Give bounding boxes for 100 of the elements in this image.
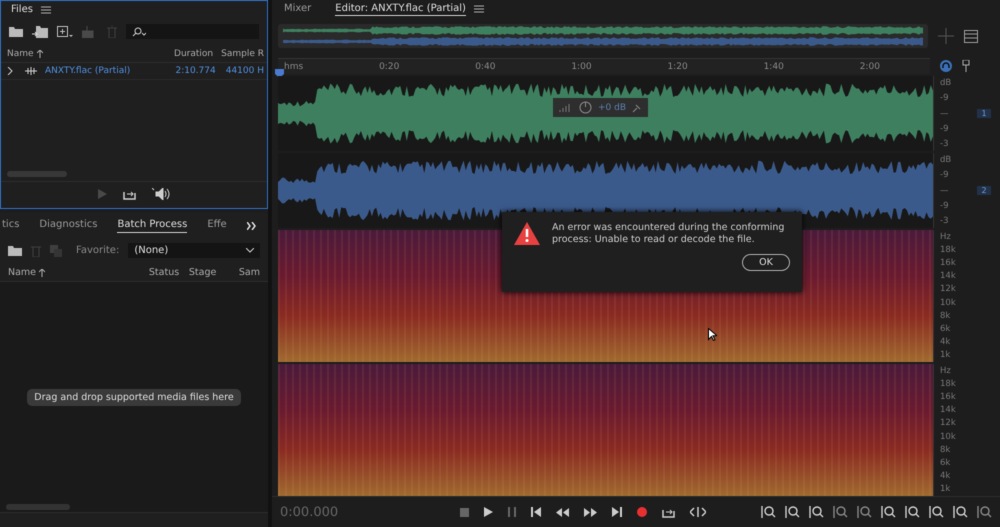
frequency-scale-label: 8k [940,310,952,321]
frequency-scale-label: 4k [940,336,952,347]
panel-tab[interactable]: tics [2,219,20,233]
ruler-label: hms [284,62,304,72]
speaker-icon[interactable] [152,188,170,200]
panel-title: Files [11,4,33,15]
frequency-scale-label: 12k [940,418,957,428]
zoom-icon[interactable] [905,505,920,519]
frequency-scale-label: 1k [940,350,952,360]
frequency-scale-label: 8k [940,444,952,455]
panel-tab[interactable]: Diagnostics [39,219,98,233]
stop-icon[interactable] [460,508,469,516]
folder-icon[interactable] [8,245,22,256]
frequency-scale-label: 18k [940,245,957,256]
ruler-label: 1:20 [667,62,688,72]
rewind-icon[interactable] [556,508,569,516]
zoom-icon[interactable] [785,505,800,519]
play-icon[interactable] [484,507,493,517]
search-icon [132,26,146,36]
time-display: 0:00.000 [280,504,340,520]
zoom-icon[interactable] [809,505,824,519]
record-icon[interactable] [637,507,647,517]
frequency-scale-label: Hz [940,366,952,376]
warning-icon [514,222,540,245]
frequency-scale-label: 14k [940,271,957,282]
overflow-icon[interactable] [246,222,256,230]
db-scale-label: dB [940,155,952,165]
zoom-icon[interactable] [761,505,776,519]
time-ruler[interactable]: hms 0:20 0:40 1:00 1:20 1:40 2:00 [278,58,930,74]
headphones-icon[interactable] [940,60,952,72]
zoom-icon[interactable] [833,505,848,519]
frequency-scale-label: 16k [940,258,957,268]
loop-icon[interactable] [123,188,136,200]
scrollbar[interactable] [6,504,70,510]
column-header[interactable]: Status [148,267,189,278]
favorite-dropdown[interactable]: (None) [128,243,260,258]
frequency-scale-label: 14k [940,405,957,416]
panel-tab[interactable]: Batch Process [117,219,188,233]
zoom-icon[interactable] [881,505,896,519]
db-scale-label: dB [940,78,952,88]
menu-icon[interactable] [40,6,51,14]
column-header[interactable]: Stage [188,267,239,278]
db-scale-label: -9 [940,124,950,134]
pause-icon[interactable] [508,507,516,517]
zoom-icon[interactable] [857,505,872,519]
frequency-scale-label: 1k [940,484,952,494]
knob-icon[interactable] [579,101,592,114]
column-header[interactable]: Sam [238,267,260,278]
sample-rate-cell: 44100 H [226,66,264,76]
skip-back-icon[interactable] [531,507,541,517]
frequency-scale-label: 6k [940,324,952,334]
panel-tab[interactable]: Effe [207,219,227,233]
volume-reading: +0 dB [598,102,626,112]
fast-forward-icon[interactable] [584,508,597,516]
zoom-icon[interactable] [929,505,944,519]
zoom-icon[interactable] [977,505,992,519]
search-field[interactable] [126,24,259,39]
file-name[interactable]: ANXTY.flac (Partial) [45,66,168,76]
editor-tab[interactable]: Editor: ANXTY.flac (Partial) [335,2,466,16]
editor-tab[interactable]: Mixer [284,2,312,16]
ok-button[interactable]: OK [742,254,790,271]
overview-waveform[interactable] [278,24,928,48]
error-message: An error was encountered during the conforming process: Unable to read or decode the file. [552,222,786,246]
channel-number[interactable]: 1 [977,109,991,118]
spectrogram[interactable] [278,364,933,496]
skip-forward-icon[interactable] [612,507,622,517]
db-scale-label: — [940,108,950,118]
db-scale-label: — [940,186,950,196]
drop-hint: Drag and drop supported media files here [27,388,241,406]
column-header[interactable]: Duration [174,48,214,58]
column-header[interactable]: Name [8,267,36,278]
ruler-label: 0:40 [475,62,496,72]
frequency-scale-label: 12k [940,284,957,294]
sort-arrow-icon[interactable] [39,268,46,276]
ruler-label: 0:20 [379,62,400,72]
list-icon[interactable] [964,30,978,42]
frequency-scale-label: 16k [940,392,957,402]
loop-icon[interactable] [662,506,675,518]
db-scale-label: -9 [940,200,950,211]
ruler-label: 2:00 [860,62,880,72]
menu-icon[interactable] [474,5,484,13]
duration-cell: 2:10.774 [175,66,216,76]
sort-arrow-icon[interactable] [36,50,43,58]
frequency-scale-label: 6k [940,458,952,468]
scrollbar[interactable] [7,171,67,177]
frequency-scale-label: 10k [940,298,957,308]
ruler-label: 1:00 [571,62,592,72]
folder-import-icon[interactable] [32,26,48,38]
caret-icon[interactable] [246,248,254,253]
cursor-icon [708,328,717,341]
skip-silence-icon[interactable] [690,507,706,517]
zoom-icon[interactable] [953,505,968,519]
frequency-scale-label: 4k [940,470,952,481]
folder-icon[interactable] [9,26,23,37]
db-scale-label: -3 [940,139,950,149]
playhead-icon[interactable] [275,69,284,78]
column-header[interactable]: Name [7,48,34,58]
channel-number[interactable]: 2 [977,186,991,195]
column-header[interactable]: Sample R [221,48,264,58]
new-file-icon[interactable] [57,26,73,38]
